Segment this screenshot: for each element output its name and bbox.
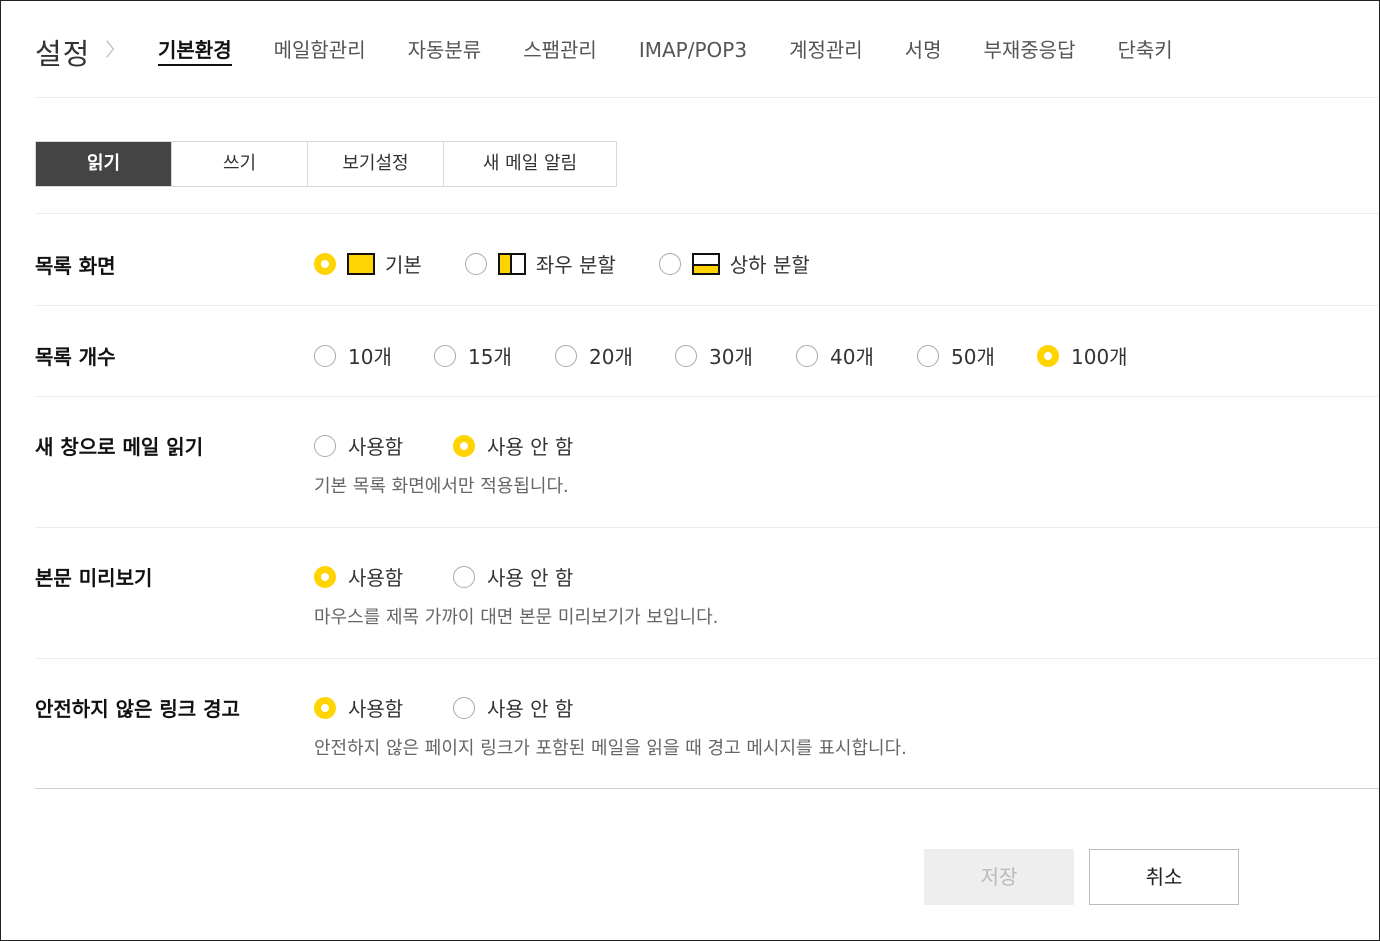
radio-option-use[interactable]: 사용함 bbox=[314, 693, 453, 722]
radio-option-not-use[interactable]: 사용 안 함 bbox=[453, 693, 573, 722]
sub-tabs: 읽기 쓰기 보기설정 새 메일 알림 bbox=[35, 141, 617, 187]
radio-button[interactable] bbox=[917, 344, 939, 367]
radio-option-30[interactable]: 30개 bbox=[675, 341, 796, 370]
radio-button[interactable] bbox=[314, 434, 336, 457]
option-label: 20개 bbox=[589, 345, 633, 369]
radio-group-unsafe-link: 사용함 사용 안 함 bbox=[314, 693, 573, 722]
subtab-write[interactable]: 쓰기 bbox=[172, 142, 308, 186]
option-label: 사용 안 함 bbox=[487, 435, 574, 459]
radio-option-100[interactable]: 100개 bbox=[1037, 341, 1128, 370]
radio-option-40[interactable]: 40개 bbox=[796, 341, 917, 370]
vertical-split-layout-icon bbox=[497, 252, 526, 275]
help-text: 기본 목록 화면에서만 적용됩니다. bbox=[314, 476, 569, 497]
page-title: 설정 bbox=[35, 37, 91, 71]
tab-account-manage[interactable]: 계정관리 bbox=[789, 37, 863, 66]
radio-option-not-use[interactable]: 사용 안 함 bbox=[453, 431, 573, 460]
radio-button-selected[interactable] bbox=[1037, 344, 1059, 367]
radio-button-selected[interactable] bbox=[314, 696, 336, 719]
setting-row-list-count: 목록 개수 10개 15개 20개 30개 40개 50개 100개 bbox=[35, 305, 1379, 397]
radio-button-selected[interactable] bbox=[314, 252, 336, 275]
option-label: 100개 bbox=[1071, 345, 1128, 369]
subtab-view-settings[interactable]: 보기설정 bbox=[308, 142, 444, 186]
setting-label: 안전하지 않은 링크 경고 bbox=[35, 697, 240, 721]
option-label: 좌우 분할 bbox=[535, 253, 616, 277]
radio-button[interactable] bbox=[464, 252, 487, 275]
radio-option-not-use[interactable]: 사용 안 함 bbox=[453, 562, 573, 591]
divider bbox=[35, 788, 1379, 789]
setting-row-unsafe-link: 안전하지 않은 링크 경고 사용함 사용 안 함 안전하지 않은 페이지 링크가… bbox=[35, 658, 1379, 789]
help-text: 안전하지 않은 페이지 링크가 포함된 메일을 읽을 때 경고 메시지를 표시합… bbox=[314, 738, 907, 759]
tab-spam-manage[interactable]: 스팸관리 bbox=[523, 37, 597, 66]
radio-button[interactable] bbox=[434, 344, 456, 367]
save-button[interactable]: 저장 bbox=[924, 849, 1074, 905]
setting-row-new-window: 새 창으로 메일 읽기 사용함 사용 안 함 기본 목록 화면에서만 적용됩니다… bbox=[35, 396, 1379, 528]
radio-option-left-right-split[interactable]: 좌우 분할 bbox=[464, 249, 616, 278]
chevron-right-icon bbox=[106, 40, 115, 58]
tab-imap-pop3[interactable]: IMAP/POP3 bbox=[639, 37, 747, 66]
tab-auto-reply[interactable]: 부재중응답 bbox=[983, 37, 1075, 66]
setting-label: 본문 미리보기 bbox=[35, 566, 153, 590]
help-text: 마우스를 제목 가까이 대면 본문 미리보기가 보입니다. bbox=[314, 607, 719, 628]
radio-option-default-view[interactable]: 기본 bbox=[314, 249, 422, 278]
radio-button[interactable] bbox=[555, 344, 577, 367]
option-label: 50개 bbox=[951, 345, 995, 369]
tab-auto-sort[interactable]: 자동분류 bbox=[408, 37, 482, 66]
radio-button[interactable] bbox=[675, 344, 697, 367]
setting-row-preview: 본문 미리보기 사용함 사용 안 함 마우스를 제목 가까이 대면 본문 미리보… bbox=[35, 527, 1379, 659]
radio-group-new-window: 사용함 사용 안 함 bbox=[314, 431, 573, 460]
tab-mailbox-manage[interactable]: 메일함관리 bbox=[274, 37, 366, 66]
cancel-button[interactable]: 취소 bbox=[1089, 849, 1239, 905]
setting-label: 새 창으로 메일 읽기 bbox=[35, 435, 204, 459]
option-label: 사용 안 함 bbox=[487, 566, 574, 590]
radio-button[interactable] bbox=[796, 344, 818, 367]
radio-button[interactable] bbox=[314, 344, 336, 367]
option-label: 사용함 bbox=[348, 566, 404, 590]
radio-option-50[interactable]: 50개 bbox=[917, 341, 1037, 370]
radio-button-selected[interactable] bbox=[453, 434, 475, 457]
radio-option-use[interactable]: 사용함 bbox=[314, 431, 453, 460]
tab-signature[interactable]: 서명 bbox=[905, 37, 942, 66]
radio-button[interactable] bbox=[453, 565, 475, 588]
setting-label: 목록 개수 bbox=[35, 345, 116, 369]
option-label: 40개 bbox=[830, 345, 874, 369]
option-label: 기본 bbox=[385, 253, 422, 277]
radio-option-use[interactable]: 사용함 bbox=[314, 562, 453, 591]
radio-button-selected[interactable] bbox=[314, 565, 336, 588]
option-label: 10개 bbox=[348, 345, 392, 369]
radio-option-20[interactable]: 20개 bbox=[555, 341, 675, 370]
radio-button[interactable] bbox=[453, 696, 475, 719]
option-label: 사용함 bbox=[348, 697, 404, 721]
radio-group-list-view: 기본 좌우 분할 상하 분할 bbox=[314, 249, 810, 278]
top-header: 설정 기본환경 메일함관리 자동분류 스팸관리 IMAP/POP3 계정관리 서… bbox=[35, 1, 1379, 98]
settings-nav: 기본환경 메일함관리 자동분류 스팸관리 IMAP/POP3 계정관리 서명 부… bbox=[158, 37, 1215, 66]
radio-option-15[interactable]: 15개 bbox=[434, 341, 555, 370]
option-label: 15개 bbox=[468, 345, 512, 369]
horizontal-split-layout-icon bbox=[691, 252, 720, 275]
option-label: 30개 bbox=[709, 345, 753, 369]
tab-basic-env[interactable]: 기본환경 bbox=[158, 37, 232, 66]
option-label: 상하 분할 bbox=[729, 253, 810, 277]
radio-group-preview: 사용함 사용 안 함 bbox=[314, 562, 573, 591]
radio-group-list-count: 10개 15개 20개 30개 40개 50개 100개 bbox=[314, 341, 1128, 370]
setting-label: 목록 화면 bbox=[35, 254, 116, 278]
subtab-read[interactable]: 읽기 bbox=[36, 142, 172, 186]
radio-option-top-bottom-split[interactable]: 상하 분할 bbox=[658, 249, 810, 278]
radio-option-10[interactable]: 10개 bbox=[314, 341, 434, 370]
option-label: 사용함 bbox=[348, 435, 404, 459]
subtab-new-mail-alert[interactable]: 새 메일 알림 bbox=[444, 142, 616, 186]
tab-shortcuts[interactable]: 단축키 bbox=[1117, 37, 1172, 66]
full-layout-icon bbox=[347, 252, 375, 275]
setting-row-list-view: 목록 화면 기본 좌우 분할 상하 분할 bbox=[35, 213, 1379, 306]
option-label: 사용 안 함 bbox=[487, 697, 574, 721]
radio-button[interactable] bbox=[658, 252, 681, 275]
